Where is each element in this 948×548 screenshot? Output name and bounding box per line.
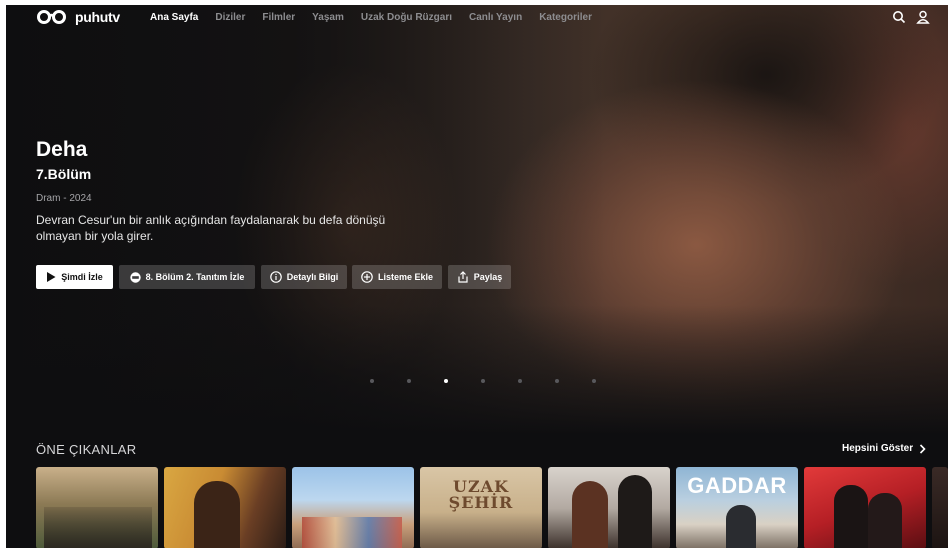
details-button[interactable]: Detaylı Bilgi [261, 265, 347, 289]
card-poster-art [194, 481, 240, 548]
see-all-label: Hepsini Göster [842, 443, 914, 454]
card-poster-art [834, 485, 868, 548]
episode-description: Devran Cesur'un bir anlık açığından fayd… [36, 213, 386, 243]
search-icon[interactable] [892, 10, 906, 24]
share-label: Paylaş [473, 272, 503, 282]
chevron-right-icon [920, 443, 926, 454]
featured-card-gaddar[interactable]: GADDAR [676, 467, 798, 548]
card-title-text: UZAK ŞEHİR [448, 477, 514, 512]
nav-link-categories[interactable]: Kategoriler [539, 12, 592, 23]
genre-year: Dram - 2024 [36, 193, 92, 204]
featured-card[interactable] [36, 467, 158, 548]
card-poster-art [572, 481, 608, 548]
details-label: Detaylı Bilgi [286, 272, 339, 282]
carousel-dot[interactable] [518, 379, 522, 383]
card-poster-art [302, 517, 402, 548]
nav-link-live[interactable]: Canlı Yayın [469, 12, 522, 23]
card-poster-art [868, 493, 902, 548]
carousel-dot-active[interactable] [444, 379, 448, 383]
carousel-dot[interactable] [481, 379, 485, 383]
trailer-label: 8. Bölüm 2. Tanıtım İzle [145, 272, 245, 282]
card-title-text: GADDAR [687, 473, 787, 498]
see-all-link[interactable]: Hepsini Göster [842, 443, 926, 454]
card-poster-art [618, 475, 652, 548]
app-frame: puhutv Ana Sayfa Diziler Filmler Yaşam U… [6, 5, 948, 548]
featured-card-uzak-sehir[interactable]: UZAK ŞEHİR [420, 467, 542, 548]
share-button[interactable]: Paylaş [448, 265, 511, 289]
card-poster-art [44, 507, 152, 548]
top-navigation: puhutv Ana Sayfa Diziler Filmler Yaşam U… [6, 5, 948, 31]
nav-link-series[interactable]: Diziler [215, 12, 245, 23]
logo-text: puhutv [75, 9, 120, 25]
add-to-list-button[interactable]: Listeme Ekle [352, 265, 442, 289]
watch-now-label: Şimdi İzle [61, 272, 103, 282]
hero-bottom-fade [6, 305, 948, 435]
share-icon [458, 271, 468, 283]
featured-card[interactable] [164, 467, 286, 548]
nav-link-far-east[interactable]: Uzak Doğu Rüzgarı [361, 12, 452, 23]
featured-card[interactable] [292, 467, 414, 548]
featured-card[interactable] [804, 467, 926, 548]
play-icon [47, 272, 56, 282]
featured-card-partial[interactable] [932, 467, 948, 548]
featured-card[interactable] [548, 467, 670, 548]
nav-link-movies[interactable]: Filmler [262, 12, 295, 23]
plus-icon [361, 271, 373, 283]
watch-now-button[interactable]: Şimdi İzle [36, 265, 113, 289]
add-to-list-label: Listeme Ekle [377, 272, 434, 282]
show-title: Deha [36, 138, 88, 161]
info-icon [269, 271, 282, 283]
episode-label: 7.Bölüm [36, 166, 92, 182]
trailer-button[interactable]: 8. Bölüm 2. Tanıtım İzle [119, 265, 255, 289]
card-poster-art [726, 505, 756, 548]
nav-link-lifestyle[interactable]: Yaşam [312, 12, 344, 23]
nav-link-home[interactable]: Ana Sayfa [150, 12, 198, 23]
user-icon[interactable] [916, 10, 930, 24]
logo-icon [37, 10, 66, 24]
trailer-icon [129, 271, 141, 283]
carousel-dot[interactable] [370, 379, 374, 383]
carousel-dot[interactable] [555, 379, 559, 383]
logo[interactable]: puhutv [36, 9, 120, 25]
carousel-dot[interactable] [592, 379, 596, 383]
nav-links: Ana Sayfa Diziler Filmler Yaşam Uzak Doğ… [150, 12, 609, 23]
featured-section-title: ÖNE ÇIKANLAR [36, 442, 137, 457]
carousel-dot[interactable] [407, 379, 411, 383]
